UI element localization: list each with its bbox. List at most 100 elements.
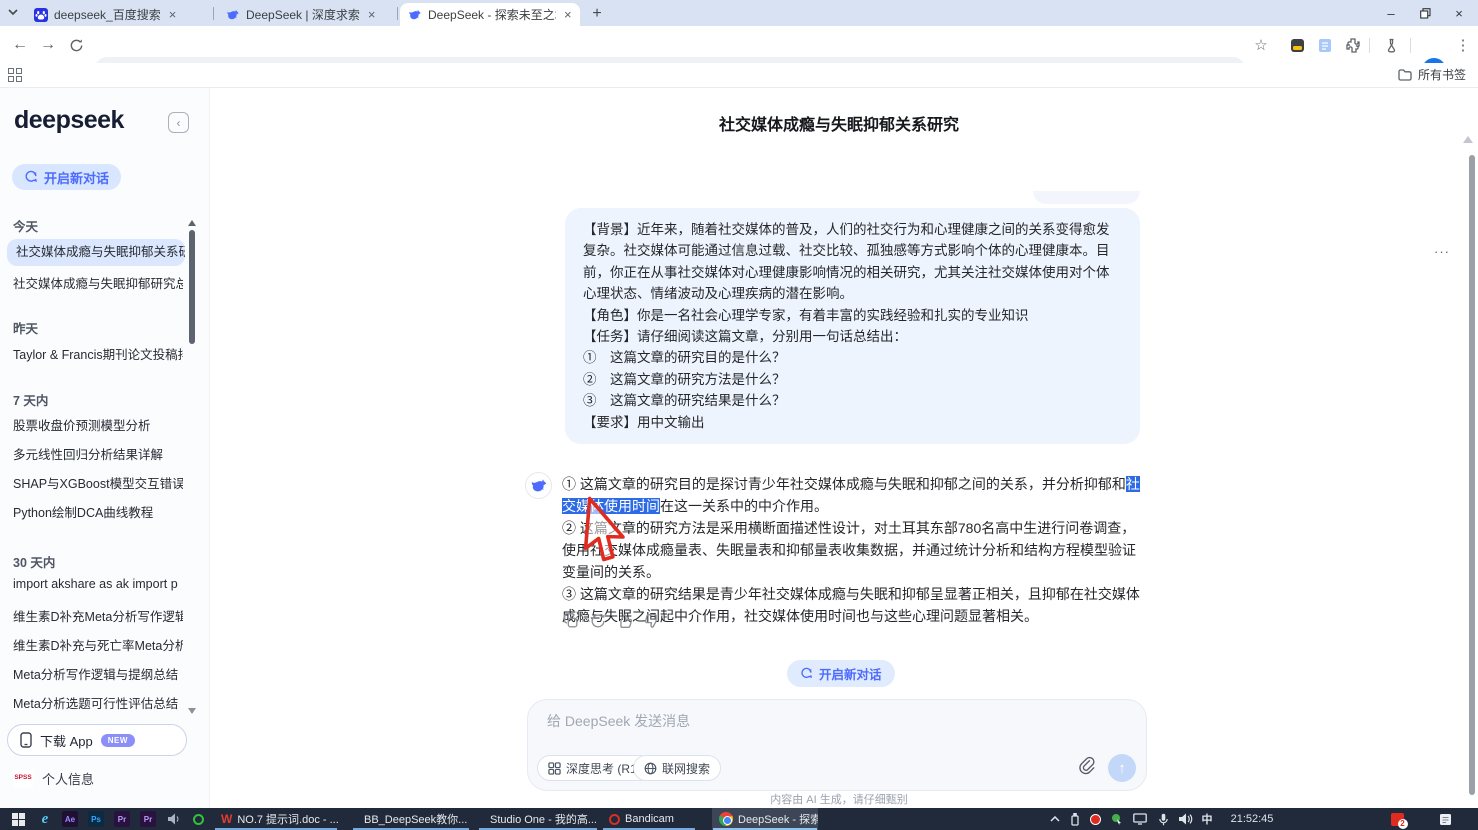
after-effects-icon[interactable]: Ae	[60, 808, 80, 830]
sidebar-item-chat[interactable]: 社交媒体成瘾与失眠抑郁研究总结	[13, 273, 183, 292]
tab-close-icon[interactable]: ×	[169, 7, 177, 22]
tab-search-chevron-icon[interactable]	[8, 9, 18, 16]
sidebar-item-chat[interactable]: Taylor & Francis期刊论文投稿排	[13, 344, 183, 363]
answer-text: 在这一关系中的中介作用。	[660, 498, 828, 514]
toolbar-divider	[1410, 38, 1411, 53]
folder-icon	[1398, 69, 1412, 81]
tray-clock[interactable]: 21:52:45	[1220, 808, 1284, 830]
tray-microphone-icon[interactable]	[1154, 808, 1172, 830]
sidebar-item-chat[interactable]: Meta分析选题可行性评估总结	[13, 693, 183, 712]
window-label: NO.7 提示词.doc - ...	[237, 811, 338, 827]
flask-icon[interactable]	[1380, 34, 1402, 56]
tab-title: deepseek_百度搜索	[54, 6, 161, 23]
attach-paperclip-icon[interactable]	[1078, 756, 1098, 778]
tray-volume-icon[interactable]	[1176, 808, 1196, 830]
restore-icon	[1420, 8, 1431, 19]
sidebar-item-chat-active[interactable]: 社交媒体成瘾与失眠抑郁关系研究	[7, 239, 185, 266]
premiere-icon[interactable]: Pr	[112, 808, 132, 830]
flask-glyph	[1384, 38, 1399, 53]
tray-ime-indicator[interactable]: 中	[1198, 808, 1216, 830]
apps-grid-icon[interactable]	[8, 68, 22, 82]
windows-taskbar: e Ae Ps Pr Pr W NO.7 提示词.doc - ... BB_De…	[0, 808, 1478, 830]
browser-tab-deepseek-chat-active[interactable]: DeepSeek - 探索未至之境 ×	[400, 3, 580, 26]
taskbar-window-word[interactable]: W NO.7 提示词.doc - ...	[214, 808, 338, 830]
back-button[interactable]: ←	[8, 33, 32, 57]
spss-icon: SPSS	[13, 770, 33, 788]
tab-separator	[213, 7, 214, 20]
tray-display-icon[interactable]	[1130, 808, 1150, 830]
taskbar-window-studio-one[interactable]: Studio One - 我的高...	[478, 808, 598, 830]
download-app-label: 下载 App	[40, 731, 93, 750]
browser-tab-baidu[interactable]: deepseek_百度搜索 ×	[26, 3, 210, 26]
regenerate-icon[interactable]	[589, 612, 607, 630]
extension-icon-1[interactable]	[1286, 34, 1308, 56]
previous-message-sliver	[1033, 191, 1140, 204]
sidebar-new-chat-button[interactable]: 开启新对话	[12, 164, 121, 190]
history-group-label: 今天	[13, 216, 38, 235]
thumbs-up-icon[interactable]	[616, 612, 634, 630]
answer-text: ① 这篇文章的研究目的是探讨青少年社交媒体成瘾与失眠和抑郁之间的关系，并分析抑郁…	[562, 476, 1126, 492]
bookmark-star-icon[interactable]: ☆	[1250, 34, 1272, 56]
deepseek-whale-icon	[530, 477, 548, 495]
copy-icon[interactable]	[562, 612, 580, 630]
sidebar-item-chat[interactable]: SHAP与XGBoost模型交互错误解	[13, 473, 183, 492]
sidebar-item-chat[interactable]: 维生素D补充与死亡率Meta分析	[13, 635, 183, 654]
download-app-button[interactable]: 下载 App NEW	[7, 724, 187, 756]
chat-item-more-icon[interactable]: ···	[1432, 239, 1452, 266]
sidebar-item-chat[interactable]: import akshare as ak import p	[13, 577, 183, 591]
tray-notification-icon[interactable]: 2	[1386, 808, 1408, 830]
record-dot-glyph	[1090, 814, 1101, 825]
tab-close-icon[interactable]: ×	[564, 7, 572, 22]
forward-button[interactable]: →	[36, 33, 60, 57]
new-chat-center-button[interactable]: 开启新对话	[787, 660, 895, 687]
page-scrollbar-thumb[interactable]	[1469, 155, 1475, 795]
tray-recording-icon[interactable]	[1086, 808, 1104, 830]
start-button[interactable]	[6, 808, 30, 830]
sidebar-scrollbar-thumb[interactable]	[189, 230, 195, 344]
phone-icon	[20, 732, 32, 748]
photoshop-icon[interactable]: Ps	[86, 808, 106, 830]
audio-app-icon[interactable]	[164, 808, 184, 830]
baidu-favicon-icon	[34, 8, 48, 22]
deep-think-icon	[548, 762, 561, 775]
tab-title: DeepSeek - 探索未至之境	[428, 6, 556, 23]
sidebar-item-chat[interactable]: Meta分析写作逻辑与提纲总结	[13, 664, 183, 683]
screen: deepseek_百度搜索 × DeepSeek | 深度求索 × DeepSe…	[0, 0, 1478, 830]
user-paragraph: ① 这篇文章的研究目的是什么？	[583, 347, 1122, 368]
sidebar-item-chat[interactable]: 股票收盘价预测模型分析	[13, 415, 183, 434]
tray-notes-icon[interactable]	[1434, 808, 1456, 830]
thumbs-down-icon[interactable]	[643, 612, 661, 630]
record-app-icon[interactable]	[188, 808, 208, 830]
history-group-label: 7 天内	[13, 390, 48, 409]
tray-usb-icon[interactable]	[1066, 808, 1084, 830]
window-restore-button[interactable]	[1408, 0, 1442, 26]
taskbar-window-chrome-active[interactable]: DeepSeek - 探索未...	[712, 808, 818, 830]
internet-explorer-icon[interactable]: e	[34, 808, 56, 830]
sidebar-scroll-down-icon[interactable]	[188, 708, 196, 714]
sidebar-item-chat[interactable]: 多元线性回归分析结果详解	[13, 444, 183, 463]
sidebar-scroll-up-icon[interactable]	[188, 220, 196, 226]
tray-network-tool-icon[interactable]	[1108, 808, 1126, 830]
extension-icon-2[interactable]	[1314, 34, 1336, 56]
web-search-toggle[interactable]: 联网搜索	[633, 755, 721, 781]
sidebar-item-chat[interactable]: 维生素D补充Meta分析写作逻辑	[13, 606, 183, 625]
taskbar-window-bandicam[interactable]: Bandicam	[602, 808, 696, 830]
window-minimize-button[interactable]: –	[1374, 0, 1408, 26]
new-tab-button[interactable]: +	[586, 3, 608, 25]
extensions-puzzle-icon[interactable]	[1342, 34, 1364, 56]
sidebar-collapse-button[interactable]: ‹	[168, 112, 189, 133]
premiere-icon-2[interactable]: Pr	[138, 808, 158, 830]
sidebar-item-chat[interactable]: Python绘制DCA曲线教程	[13, 502, 183, 521]
taskbar-window-folder[interactable]: BB_DeepSeek教你...	[352, 808, 470, 830]
browser-tab-deepseek-home[interactable]: DeepSeek | 深度求索 ×	[218, 3, 396, 26]
personal-info-button[interactable]: SPSS 个人信息	[13, 769, 94, 788]
browser-menu-kebab-icon[interactable]: ⋮	[1452, 34, 1474, 56]
browser-toolbar: ← → chat.deepseek.com/a/chat/s/34f00644-…	[0, 26, 1478, 63]
annotated-red-cursor	[578, 496, 628, 572]
tray-chevron-up-icon[interactable]	[1046, 808, 1064, 830]
tab-close-icon[interactable]: ×	[368, 7, 376, 22]
reload-button[interactable]	[64, 33, 88, 57]
send-button[interactable]: ↑	[1108, 754, 1136, 782]
window-close-button[interactable]: ×	[1442, 0, 1476, 26]
all-bookmarks-button[interactable]: 所有书签	[1398, 66, 1466, 83]
